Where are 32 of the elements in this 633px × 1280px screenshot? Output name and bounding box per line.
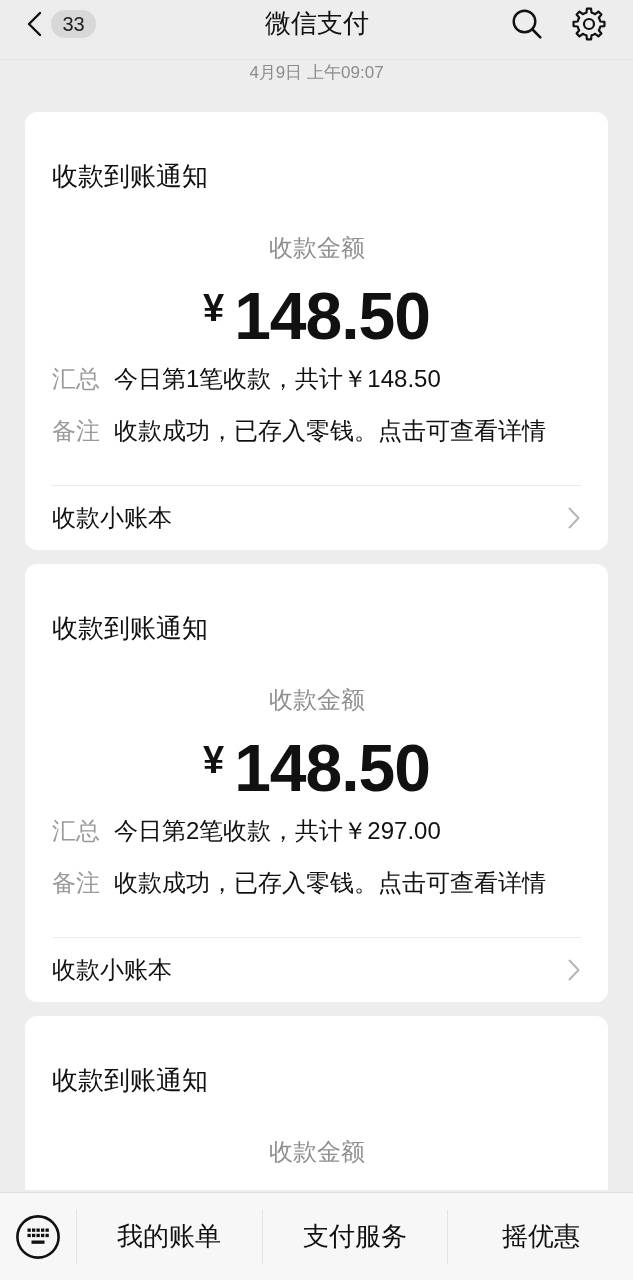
detail-value: 收款成功，已存入零钱。点击可查看详情 (114, 416, 546, 446)
currency-symbol: ¥ (203, 289, 225, 327)
detail-label: 汇总 (52, 364, 100, 394)
amount-label: 收款金额 (267, 1137, 366, 1167)
card-title: 收款到账通知 (52, 612, 209, 645)
detail-label: 备注 (52, 416, 100, 446)
keyboard-icon[interactable] (16, 1214, 60, 1259)
amount-label: 收款金额 (267, 233, 366, 263)
card-title: 收款到账通知 (52, 160, 209, 193)
detail-label: 备注 (52, 868, 100, 898)
detail-label: 汇总 (52, 816, 100, 846)
settings-icon[interactable] (572, 6, 606, 41)
amount-label: 收款金额 (267, 685, 366, 715)
detail-value: 今日第1笔收款，共计￥148.50 (114, 364, 441, 394)
back-icon[interactable] (25, 10, 43, 37)
detail-value: 今日第2笔收款，共计￥297.00 (114, 816, 441, 846)
search-icon[interactable] (512, 8, 542, 39)
bottom-menu-item[interactable]: 支付服务 (261, 1209, 448, 1264)
detail-value: 收款成功，已存入零钱。点击可查看详情 (114, 868, 546, 898)
currency-symbol: ¥ (203, 741, 225, 779)
bottom-menu-item[interactable]: 我的账单 (76, 1209, 262, 1264)
chevron-right-icon (568, 507, 580, 529)
window-title: 微信支付 (264, 7, 369, 40)
ledger-link[interactable]: 收款小账本 (52, 938, 581, 1002)
amount-value: 148.50 (234, 278, 430, 354)
message-timestamp: 4月9日 上午09:07 (249, 63, 384, 82)
unread-count-badge: 33 (51, 9, 96, 38)
chevron-right-icon (568, 959, 580, 981)
amount-value: 148.50 (234, 730, 430, 806)
card-title: 收款到账通知 (52, 1064, 209, 1097)
bottom-menu-item[interactable]: 摇优惠 (447, 1209, 633, 1264)
ledger-link[interactable]: 收款小账本 (52, 486, 581, 550)
